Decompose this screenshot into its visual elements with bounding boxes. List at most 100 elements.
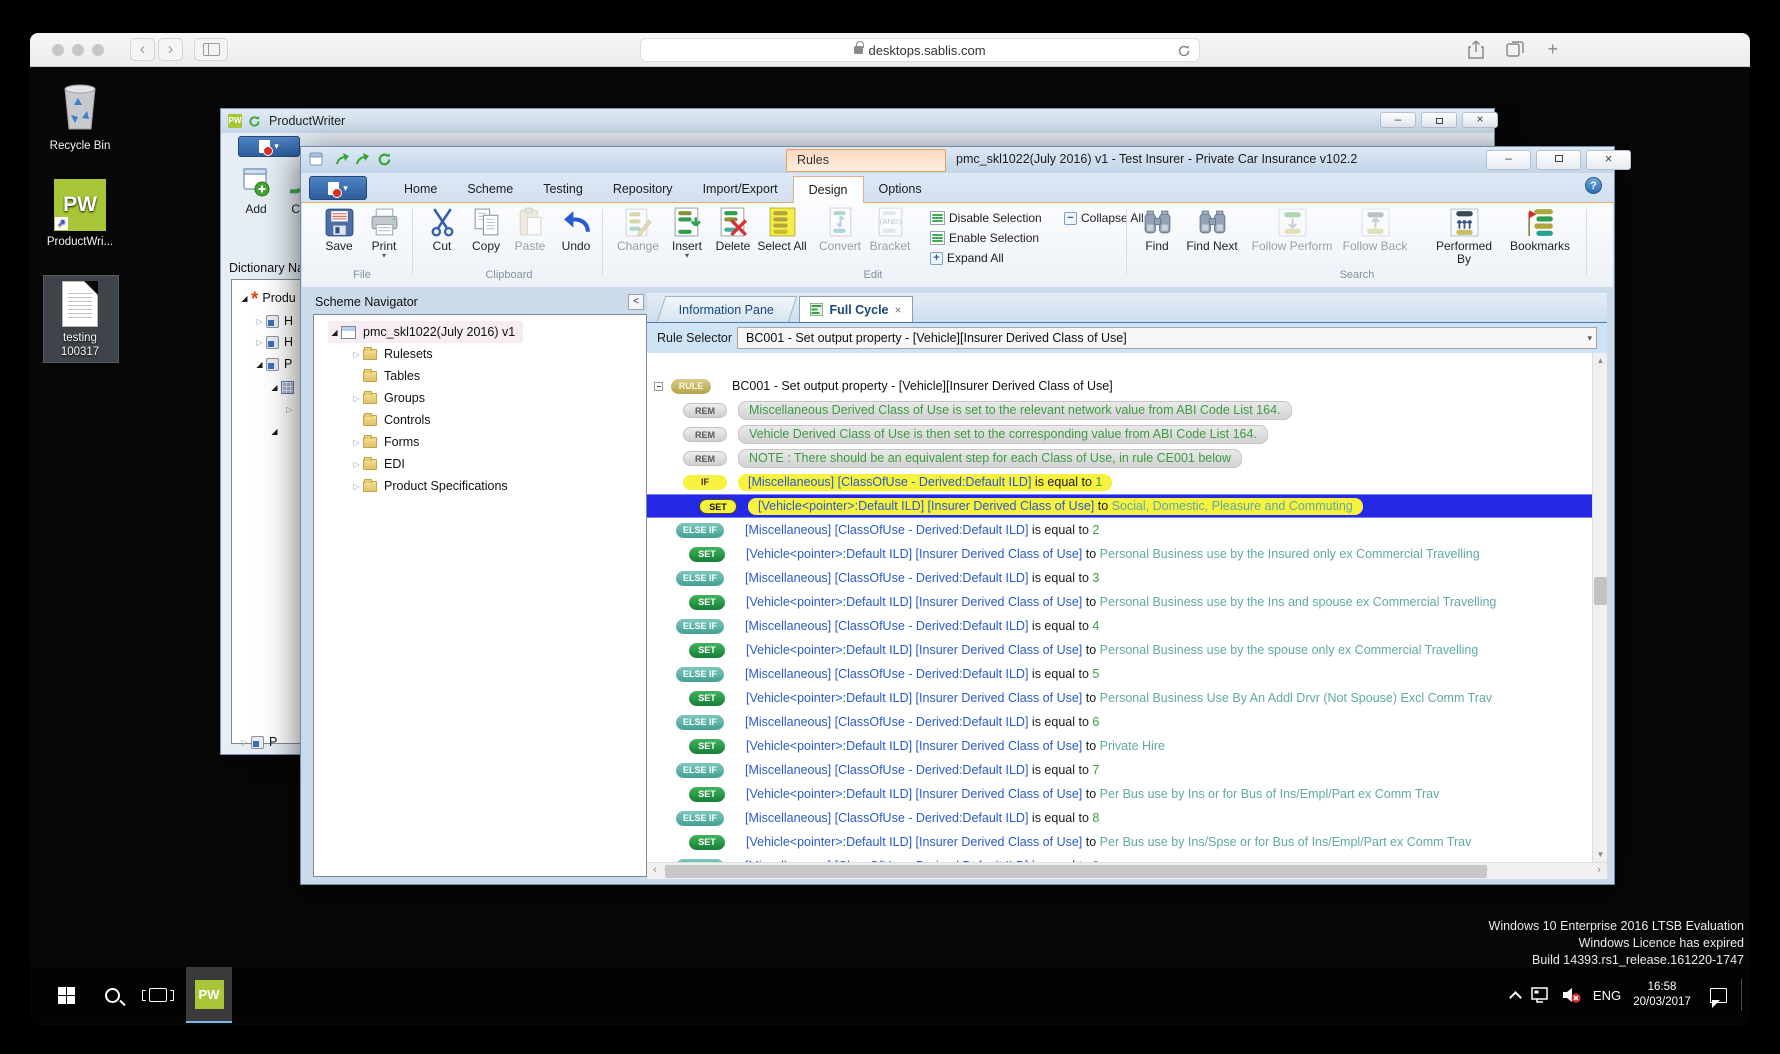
show-desktop-strip[interactable] [1741, 979, 1742, 1011]
tree-expander-icon[interactable]: ◢ [253, 360, 266, 369]
tree-expander-icon[interactable]: ◢ [268, 427, 281, 436]
start-button[interactable] [44, 967, 88, 1023]
dictionary-tree-item[interactable]: ▷H [253, 332, 293, 352]
scheme-tree-item[interactable]: ▷Forms [350, 431, 419, 453]
productwriter-titlebar[interactable]: PW ProductWriter [221, 109, 1494, 133]
desktop-icon-productwriter[interactable]: PW↗ ProductWri... [32, 179, 128, 249]
dictionary-tree-item[interactable]: ◢ [268, 377, 299, 397]
collapse-all-button[interactable]: − Collapse All [1064, 211, 1144, 225]
rule-row-set[interactable]: SET[Vehicle<pointer>:Default ILD] [Insur… [647, 590, 1594, 614]
share-icon[interactable] [1467, 39, 1485, 60]
scheme-tree-root[interactable]: ◢pmc_skl1022(July 2016) v1 [328, 321, 523, 343]
volume-tray-icon[interactable] [1556, 967, 1586, 1023]
paste-button[interactable]: Paste [508, 206, 552, 253]
rule-row-set[interactable]: SET[Vehicle<pointer>:Default ILD] [Insur… [647, 830, 1594, 854]
taskbar-app-productwriter[interactable]: PW [186, 967, 232, 1023]
ribbon-tab-options[interactable]: Options [864, 177, 937, 202]
dictionary-tree-item[interactable]: ◢ [268, 421, 281, 441]
tree-expander-icon[interactable]: ◢ [238, 294, 251, 303]
tab-full-cycle[interactable]: Full Cycle × [799, 296, 913, 322]
tree-expander-icon[interactable]: ◢ [328, 328, 341, 337]
ribbon-tab-import-export[interactable]: Import/Export [688, 177, 793, 202]
rule-row-setsel[interactable]: SET[Vehicle<pointer>:Default ILD] [Insur… [647, 494, 1594, 518]
scheme-tree-item[interactable]: ▷Rulesets [350, 343, 433, 365]
rule-row-elseif[interactable]: ELSE IF[Miscellaneous] [ClassOfUse - Der… [647, 758, 1594, 782]
select-all-button[interactable]: Select All [754, 206, 810, 253]
scroll-right-icon[interactable]: › [1591, 863, 1607, 880]
rules-app-menu-button[interactable]: ▾ [309, 176, 367, 200]
convert-button[interactable]: Convert [818, 206, 862, 253]
horizontal-scroll-thumb[interactable] [665, 865, 1487, 878]
follow-perform-button[interactable]: Follow Perform [1250, 206, 1334, 253]
scheme-tree-item[interactable]: ▷Product Specifications [350, 475, 508, 497]
language-indicator[interactable]: ENG [1588, 967, 1626, 1023]
rule-row-rem[interactable]: REMMiscellaneous Derived Class of Use is… [647, 398, 1594, 422]
rules-minimize-button[interactable]: – [1486, 150, 1531, 170]
scroll-down-icon[interactable]: ▼ [1593, 847, 1608, 862]
performed-by-button[interactable]: Performed By [1428, 206, 1500, 266]
ribbon-tab-scheme[interactable]: Scheme [452, 177, 528, 202]
save-button[interactable]: Save [317, 206, 361, 253]
ribbon-tab-testing[interactable]: Testing [528, 177, 598, 202]
task-view-button[interactable] [136, 967, 180, 1023]
tree-expander-icon[interactable]: ▷ [253, 317, 266, 326]
find-button[interactable]: Find [1135, 206, 1179, 253]
tab-information-pane[interactable]: Information Pane [657, 296, 797, 322]
follow-back-button[interactable]: Follow Back [1340, 206, 1410, 253]
rule-row-elseif[interactable]: ELSE IF[Miscellaneous] [ClassOfUse - Der… [647, 662, 1594, 686]
refresh-icon[interactable] [377, 152, 392, 167]
url-field[interactable]: desktops.sablis.com [640, 38, 1200, 62]
bracket-button[interactable]: (AND) Bracket [868, 206, 912, 253]
tree-expander-icon[interactable]: ▷ [238, 738, 251, 747]
rules-close-button[interactable]: × [1586, 150, 1631, 170]
ribbon-tab-repository[interactable]: Repository [598, 177, 688, 202]
scroll-up-icon[interactable]: ▲ [1593, 353, 1608, 368]
forward-button[interactable]: › [158, 38, 183, 61]
tree-expander-icon[interactable]: ▷ [350, 350, 363, 359]
rule-row-rule[interactable]: RULEBC001 - Set output property - [Vehic… [647, 374, 1594, 398]
traffic-light-close[interactable] [52, 44, 64, 56]
rules-maximize-button[interactable] [1536, 150, 1581, 170]
scheme-tree-item[interactable]: Controls [350, 409, 431, 431]
jump-forward-icon[interactable] [335, 152, 350, 167]
pw-minimize-button[interactable]: – [1380, 112, 1416, 128]
rule-row-rem[interactable]: REMVehicle Derived Class of Use is then … [647, 422, 1594, 446]
tree-expander-icon[interactable]: ▷ [350, 482, 363, 491]
find-next-button[interactable]: Find Next [1182, 206, 1242, 253]
rule-row-elseif[interactable]: ELSE IF[Miscellaneous] [ClassOfUse - Der… [647, 518, 1594, 542]
ribbon-tab-home[interactable]: Home [389, 177, 452, 202]
tree-expander-icon[interactable]: ▷ [350, 438, 363, 447]
pw-close-button[interactable]: × [1462, 112, 1498, 128]
network-tray-icon[interactable] [1526, 967, 1556, 1023]
tree-expander-icon[interactable]: ▷ [350, 394, 363, 403]
rule-row-elseif[interactable]: ELSE IF[Miscellaneous] [ClassOfUse - Der… [647, 614, 1594, 638]
dictionary-tree-item[interactable]: ◢P [253, 354, 292, 374]
pw-maximize-button[interactable] [1421, 112, 1457, 128]
vertical-scrollbar[interactable]: ▲ ▼ [1592, 353, 1607, 862]
insert-button[interactable]: Insert ▾ [665, 206, 709, 259]
expand-all-button[interactable]: + Expand All [930, 251, 1004, 265]
action-center-button[interactable] [1702, 967, 1734, 1023]
rule-row-set[interactable]: SET[Vehicle<pointer>:Default ILD] [Insur… [647, 782, 1594, 806]
vertical-scroll-thumb[interactable] [1594, 577, 1607, 605]
print-button[interactable]: Print ▾ [362, 206, 406, 259]
tree-expander-icon[interactable]: ▷ [253, 338, 266, 347]
rule-row-elseif[interactable]: ELSE IF[Miscellaneous] [ClassOfUse - Der… [647, 806, 1594, 830]
dictionary-tree-item[interactable]: ▷P [238, 732, 277, 752]
scheme-tree-item[interactable]: Tables [350, 365, 420, 387]
scheme-tree-item[interactable]: ▷EDI [350, 453, 405, 475]
desktop-icon-testing[interactable]: testing 100317 [32, 281, 128, 359]
desktop-icon-recycle-bin[interactable]: Recycle Bin [32, 79, 128, 153]
rule-row-set[interactable]: SET[Vehicle<pointer>:Default ILD] [Insur… [647, 638, 1594, 662]
tray-overflow-button[interactable] [1502, 967, 1528, 1023]
rule-row-elseif[interactable]: ELSE IF[Miscellaneous] [ClassOfUse - Der… [647, 566, 1594, 590]
dictionary-tree-item[interactable]: ◢*Produ [238, 288, 296, 308]
ribbon-tab-design[interactable]: Design [793, 176, 864, 203]
bookmarks-button[interactable]: Bookmarks [1508, 206, 1572, 253]
new-tab-button[interactable]: + [1547, 39, 1558, 59]
dictionary-tree-item[interactable]: ▷H [253, 311, 293, 331]
back-button[interactable]: ‹ [130, 38, 155, 61]
change-button[interactable]: Change [616, 206, 660, 253]
taskbar-clock[interactable]: 16:58 20/03/2017 [1626, 967, 1698, 1023]
reload-icon[interactable] [1177, 44, 1191, 58]
